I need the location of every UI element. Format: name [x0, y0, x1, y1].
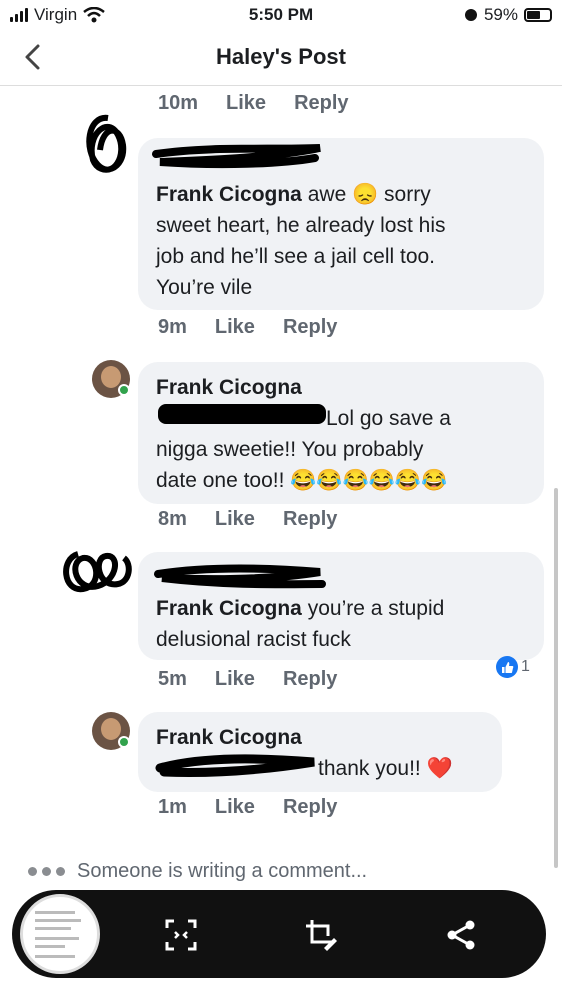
screenshot-thumbnail[interactable] — [20, 894, 100, 974]
scan-icon[interactable] — [164, 918, 198, 952]
nav-bar: Haley's Post — [0, 32, 562, 86]
comment-time: 5m — [158, 668, 187, 690]
comment-time: 10m — [158, 92, 199, 114]
like-button[interactable]: Like — [215, 508, 255, 531]
comment-time: 9m — [158, 316, 187, 338]
comment-bubble: Frank Cicogna Lol go save a nigga sweeti… — [138, 362, 544, 504]
battery-icon — [524, 8, 552, 22]
comment-line: sweet heart, he already lost his — [156, 214, 446, 237]
redaction-scribble — [155, 754, 315, 778]
reply-button[interactable]: Reply — [283, 796, 337, 819]
like-button[interactable]: Like — [215, 796, 255, 819]
comment-line: job and he’ll see a jail cell too. — [156, 245, 436, 268]
comment-line: you’re a stupid — [307, 597, 445, 620]
comment-line: thank you!! ❤️ — [318, 757, 453, 780]
scribbled-avatar — [63, 551, 132, 593]
comment-text: Frank Cicogna you’re a stupid delusional… — [156, 593, 526, 655]
comment-text: Frank Cicogna awe 😞 sorry sweet heart, h… — [156, 179, 526, 303]
scrollbar[interactable] — [554, 488, 558, 868]
redaction-bar — [158, 404, 326, 424]
comment-actions: 5m Like Reply — [158, 668, 337, 691]
status-bar: Virgin 5:50 PM 59% — [0, 0, 562, 30]
crop-edit-icon[interactable] — [304, 918, 338, 952]
comment-line: awe 😞 sorry — [307, 183, 431, 206]
online-indicator — [118, 384, 130, 396]
redaction-scribble — [154, 564, 326, 589]
comment-actions: 1m Like Reply — [158, 796, 337, 819]
screenshot-toolbar — [12, 890, 546, 978]
comment-author[interactable]: Frank Cicogna — [156, 597, 302, 620]
like-button[interactable]: Like — [226, 92, 266, 115]
reaction-count-label: 1 — [521, 658, 530, 675]
thumbs-up-icon — [496, 656, 518, 678]
comment-line: date one too!! 😂😂😂😂😂😂 — [156, 469, 448, 492]
comment-actions: 8m Like Reply — [158, 508, 337, 531]
page-title: Haley's Post — [216, 44, 346, 69]
typing-text: Someone is writing a comment... — [77, 860, 368, 882]
comment-author[interactable]: Frank Cicogna — [156, 722, 484, 753]
online-indicator — [118, 736, 130, 748]
comment-time: 8m — [158, 508, 187, 530]
comment-line: You’re vile — [156, 276, 253, 299]
reaction-count[interactable]: 1 — [496, 656, 530, 678]
comment-actions: 10m Like Reply — [158, 92, 349, 115]
comment-line: nigga sweetie!! You probably — [156, 438, 424, 461]
comment-author[interactable]: Frank Cicogna — [156, 372, 526, 403]
comment-time: 1m — [158, 796, 187, 818]
comment-author[interactable]: Frank Cicogna — [156, 183, 302, 206]
alarm-icon — [464, 9, 477, 21]
comment-actions: 9m Like Reply — [158, 316, 337, 339]
like-button[interactable]: Like — [215, 316, 255, 339]
redaction-scribble — [152, 144, 321, 169]
battery-percent: 59% — [483, 5, 518, 24]
scribbled-avatar — [86, 114, 127, 173]
like-button[interactable]: Like — [215, 668, 255, 691]
share-icon[interactable] — [444, 918, 478, 952]
typing-dots-icon — [28, 867, 65, 876]
reply-button[interactable]: Reply — [283, 316, 337, 339]
comment-line: Lol go save a — [326, 407, 451, 430]
comment-line: delusional racist fuck — [156, 628, 351, 651]
battery-area: 59% — [464, 5, 552, 25]
reply-button[interactable]: Reply — [283, 668, 337, 691]
reply-button[interactable]: Reply — [294, 92, 348, 115]
typing-indicator: Someone is writing a comment... — [28, 860, 367, 883]
reply-button[interactable]: Reply — [283, 508, 337, 531]
